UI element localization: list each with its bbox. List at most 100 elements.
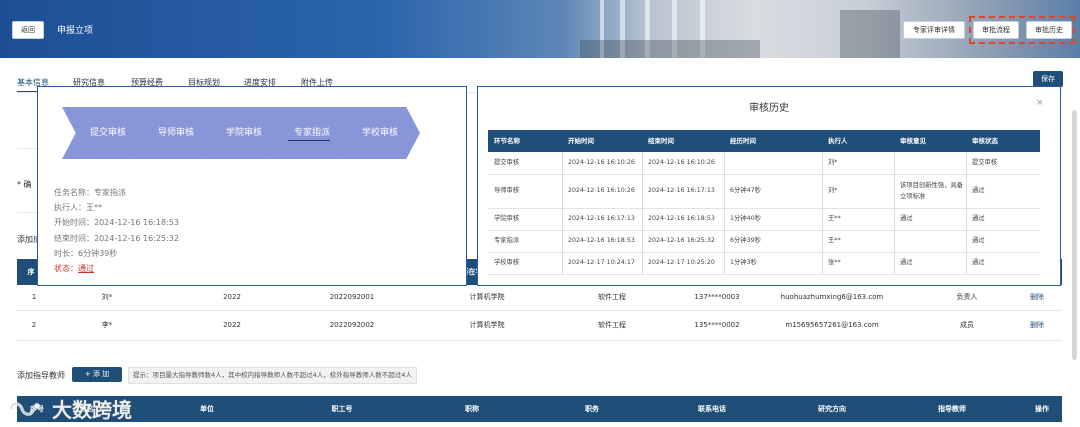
member-grade: 2022	[223, 293, 241, 301]
history-header-start: 开始时间	[568, 137, 594, 145]
history-end: 2024-12-16 16:18:53	[648, 215, 715, 222]
history-executor: 刘*	[828, 187, 838, 194]
member-phone: 137****0003	[694, 293, 740, 301]
history-stage: 提交审核	[494, 159, 520, 166]
close-icon[interactable]: ×	[1036, 98, 1044, 108]
history-header-end: 结束时间	[648, 137, 674, 145]
history-executor: 张**	[828, 259, 841, 266]
history-stage: 学校审核	[494, 259, 520, 266]
history-stage: 专家指派	[494, 237, 520, 244]
teacher-limit-hint: 提示：项目最大指导教师数4人，其中校内指导教师人数不超过4人，校外指导教师人数不…	[128, 367, 417, 384]
member-college: 计算机学院	[469, 293, 505, 301]
approval-flow-button[interactable]: 审批流程	[973, 21, 1019, 39]
task-name: 任务名称：专家指派	[54, 188, 126, 197]
history-header-opinion: 审核意见	[900, 137, 926, 145]
teacher-header-research: 研究方向	[818, 405, 846, 413]
history-status: 通过	[972, 187, 985, 194]
expert-review-detail-button[interactable]: 专家评审详情	[903, 21, 965, 39]
history-start: 2024-12-16 16:10:26	[568, 159, 635, 166]
history-start: 2024-12-16 16:17:13	[568, 215, 635, 222]
approval-history-panel: 审核历史 × 环节名称 开始时间 结束时间 经历时间 执行人 审核意见 审核状态…	[477, 86, 1061, 286]
member-role: 成员	[960, 321, 974, 329]
add-teacher-button[interactable]: + 添 加	[72, 367, 122, 382]
history-end: 2024-12-16 16:10:26	[648, 159, 715, 166]
table-row: 学院审核 2024-12-16 16:17:13 2024-12-16 16:1…	[488, 208, 1040, 231]
app-header: 返回 申报立项 专家评审详情 审批流程 审批历史	[0, 0, 1080, 58]
member-seq: 1	[31, 293, 37, 301]
teacher-header-title: 职称	[465, 405, 479, 413]
approval-flow-panel: 提交审核 导师审核 学院审核 专家指派 学校审核 任务名称：专家指派 执行人：王…	[37, 86, 467, 286]
member-grade: 2022	[223, 321, 241, 329]
save-button[interactable]: 保存	[1033, 71, 1063, 87]
history-start: 2024-12-17 10:24:17	[568, 259, 635, 266]
table-row: 专家指派 2024-12-16 16:18:53 2024-12-16 16:2…	[488, 230, 1040, 253]
member-student-id: 2022092001	[329, 293, 375, 301]
member-student-id: 2022092002	[329, 321, 375, 329]
delete-member-button[interactable]: 删除	[1017, 311, 1057, 340]
history-opinion: 通过	[900, 259, 913, 266]
history-status: 提交审核	[972, 159, 998, 166]
add-teacher-label: 添加指导教师	[17, 371, 65, 380]
history-title: 审核历史	[749, 103, 789, 114]
table-row: 学校审核 2024-12-17 10:24:17 2024-12-17 10:2…	[488, 252, 1040, 275]
header-photo-shadow	[840, 10, 900, 58]
header-photo-shadow	[580, 40, 760, 58]
history-elapsed: 6分钟39秒	[730, 237, 761, 244]
member-email: huohuazhumxing6@163.com	[780, 293, 884, 301]
member-role: 负责人	[956, 293, 978, 301]
history-stage: 学院审核	[494, 215, 520, 222]
teacher-header-advisor: 指导教师	[938, 405, 966, 413]
history-table-header: 环节名称 开始时间 结束时间 经历时间 执行人 审核意见 审核状态	[488, 130, 1040, 152]
form-divider	[17, 212, 37, 213]
history-elapsed: 1分钟40秒	[730, 215, 761, 222]
history-end: 2024-12-16 16:17:13	[648, 187, 715, 194]
member-name: 李*	[101, 321, 113, 329]
history-elapsed: 6分钟47秒	[730, 187, 761, 194]
history-end: 2024-12-17 10:25:20	[648, 259, 715, 266]
history-stage: 导师审核	[494, 187, 520, 194]
history-opinion: 该项目创新性强，具备立项标准	[900, 182, 963, 200]
history-start: 2024-12-16 16:18:53	[568, 237, 635, 244]
teacher-header-staff-id: 职工号	[331, 405, 353, 413]
history-header-executor: 执行人	[828, 137, 848, 145]
history-start: 2024-12-16 16:10:26	[568, 187, 635, 194]
history-status: 通过	[972, 215, 985, 222]
watermark-text: 大数跨境	[52, 398, 132, 422]
history-header-elapsed: 经历时间	[730, 137, 756, 145]
member-phone: 135****0002	[694, 321, 740, 329]
task-duration: 时长：6分钟39秒	[54, 249, 118, 258]
table-row: 2 李* 2022 2022092002 计算机学院 软件工程 135****0…	[17, 311, 1062, 341]
history-end: 2024-12-16 16:25:32	[648, 237, 715, 244]
history-header-status: 审核状态	[972, 137, 998, 145]
history-opinion: 通过	[900, 215, 913, 222]
task-start-time: 开始时间：2024-12-16 16:18:53	[54, 218, 179, 227]
history-status: 通过	[972, 237, 985, 244]
back-button[interactable]: 返回	[12, 21, 44, 39]
form-divider	[17, 148, 37, 149]
member-name: 刘*	[101, 293, 113, 301]
task-status-label: 状态：	[54, 264, 78, 273]
member-seq: 2	[31, 321, 37, 329]
member-major: 软件工程	[598, 293, 626, 301]
member-major: 软件工程	[598, 321, 626, 329]
history-executor: 刘*	[828, 159, 838, 166]
member-email: m15695657261@163.com	[785, 321, 879, 329]
task-status-value: 通过	[78, 264, 94, 273]
history-executor: 王**	[828, 215, 841, 222]
teacher-header-phone: 联系电话	[698, 405, 726, 413]
table-row: 提交审核 2024-12-16 16:10:26 2024-12-16 16:1…	[488, 152, 1040, 175]
table-row: 1 刘* 2022 2022092001 计算机学院 软件工程 137****0…	[17, 285, 1062, 311]
delete-member-button[interactable]: 删除	[1017, 285, 1057, 310]
table-row: 导师审核 2024-12-16 16:10:26 2024-12-16 16:1…	[488, 174, 1040, 209]
task-end-time: 结束时间：2024-12-16 16:25:32	[54, 234, 179, 243]
history-elapsed: 1分钟3秒	[730, 259, 757, 266]
teacher-header-position: 职务	[585, 405, 599, 413]
history-header-stage: 环节名称	[494, 137, 520, 145]
teacher-table-header: 序号 姓名 单位 职工号 职称 职务 联系电话 研究方向 指导教师 操作	[17, 396, 1062, 422]
history-executor: 王**	[828, 237, 841, 244]
teacher-header-unit: 单位	[200, 405, 214, 413]
teacher-header-action: 操作	[1035, 405, 1049, 413]
task-executor: 执行人：王**	[54, 203, 102, 212]
approval-history-button[interactable]: 审批历史	[1026, 21, 1072, 39]
page-scrollbar[interactable]	[1072, 110, 1077, 360]
